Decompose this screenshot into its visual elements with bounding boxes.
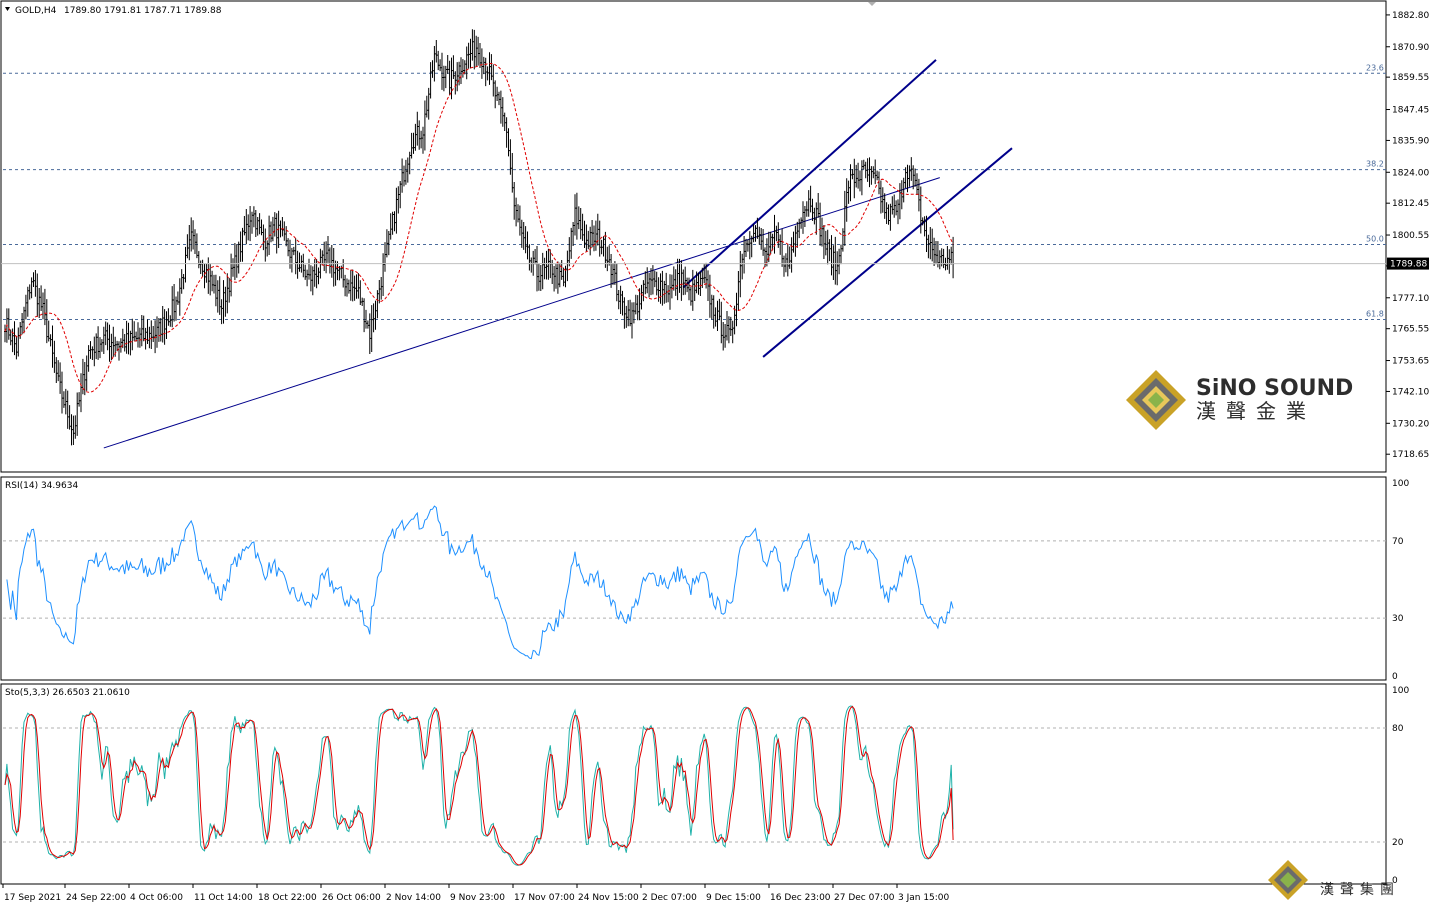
sto-axis: 10080200 (1392, 686, 1409, 886)
indicator-tick-label: 30 (1392, 614, 1404, 624)
fib-level-label: 50.0 (1366, 235, 1384, 244)
price-tick-label: 1882.80 (1392, 11, 1429, 21)
price-tick-label: 1742.10 (1392, 387, 1429, 397)
ohlc-readout: 1789.80 1791.81 1787.71 1789.88 (64, 6, 222, 16)
fib-level-label: 23.6 (1366, 63, 1384, 72)
price-tick-label: 1870.90 (1392, 43, 1429, 53)
price-tick-label: 1777.10 (1392, 294, 1429, 304)
indicator-tick-label: 80 (1392, 724, 1404, 734)
price-axis: 1882.80 1870.90 1859.55 1847.45 1835.90 1824.… (1386, 11, 1429, 460)
time-tick-label: 18 Oct 22:00 (258, 893, 317, 903)
time-tick-label: 26 Oct 06:00 (322, 893, 381, 903)
time-tick-label: 24 Nov 15:00 (578, 893, 639, 903)
time-tick-label: 9 Dec 15:00 (706, 893, 761, 903)
time-tick-label: 24 Sep 22:00 (66, 893, 126, 903)
price-tick-label: 1835.90 (1392, 136, 1429, 146)
price-tick-label: 1812.45 (1392, 199, 1429, 209)
symbol-timeframe: GOLD,H4 (15, 6, 57, 16)
sto-panel[interactable] (0, 683, 1387, 885)
time-tick-label: 4 Oct 06:00 (130, 893, 183, 903)
time-tick-label: 16 Dec 23:00 (770, 893, 831, 903)
price-tick-label: 1753.65 (1392, 357, 1429, 367)
rsi-label: RSI(14) 34.9634 (5, 481, 78, 491)
brand-chinese: 漢聲金業 (1196, 399, 1316, 423)
time-tick-label: 2 Nov 14:00 (386, 893, 441, 903)
time-tick-label: 3 Jan 15:00 (898, 893, 950, 903)
sto-label: Sto(5,3,3) 26.6503 21.0610 (5, 688, 130, 698)
price-tick-label: 1847.45 (1392, 106, 1429, 116)
brand-english: SiNO SOUND (1196, 376, 1353, 401)
time-tick-label: 27 Dec 07:00 (834, 893, 895, 903)
price-tick-label: 1824.00 (1392, 168, 1429, 178)
indicator-tick-label: 70 (1392, 537, 1404, 547)
time-tick-label: 2 Dec 07:00 (642, 893, 697, 903)
price-tick-label: 1718.65 (1392, 450, 1429, 460)
current-price-label: 1789.88 (1390, 260, 1427, 270)
price-tick-label: 1859.55 (1392, 73, 1429, 83)
price-tick-label: 1730.20 (1392, 419, 1429, 429)
time-tick-label: 11 Oct 14:00 (194, 893, 253, 903)
indicator-tick-label: 100 (1392, 479, 1409, 489)
time-tick-label: 17 Nov 07:00 (514, 893, 575, 903)
price-tick-label: 1765.55 (1392, 325, 1429, 335)
indicator-tick-label: 20 (1392, 838, 1404, 848)
rsi-axis: 100 70 30 0 (1392, 479, 1409, 682)
price-tick-label: 1800.55 (1392, 231, 1429, 241)
footer-brand-chinese: 漢聲集團 (1320, 881, 1400, 898)
time-tick-label: 9 Nov 23:00 (450, 893, 505, 903)
indicator-tick-label: 100 (1392, 686, 1409, 696)
indicator-tick-label: 0 (1392, 672, 1398, 682)
time-tick-label: 17 Sep 2021 (4, 893, 61, 903)
chart-canvas[interactable]: 23.638.250.061.8 1882.801870.901859.5518… (0, 0, 1430, 909)
fib-level-label: 38.2 (1366, 160, 1384, 169)
fib-level-label: 61.8 (1366, 309, 1384, 318)
time-axis: 17 Sep 2021 24 Sep 22:00 4 Oct 06:00 11 Oct… (2, 884, 950, 903)
